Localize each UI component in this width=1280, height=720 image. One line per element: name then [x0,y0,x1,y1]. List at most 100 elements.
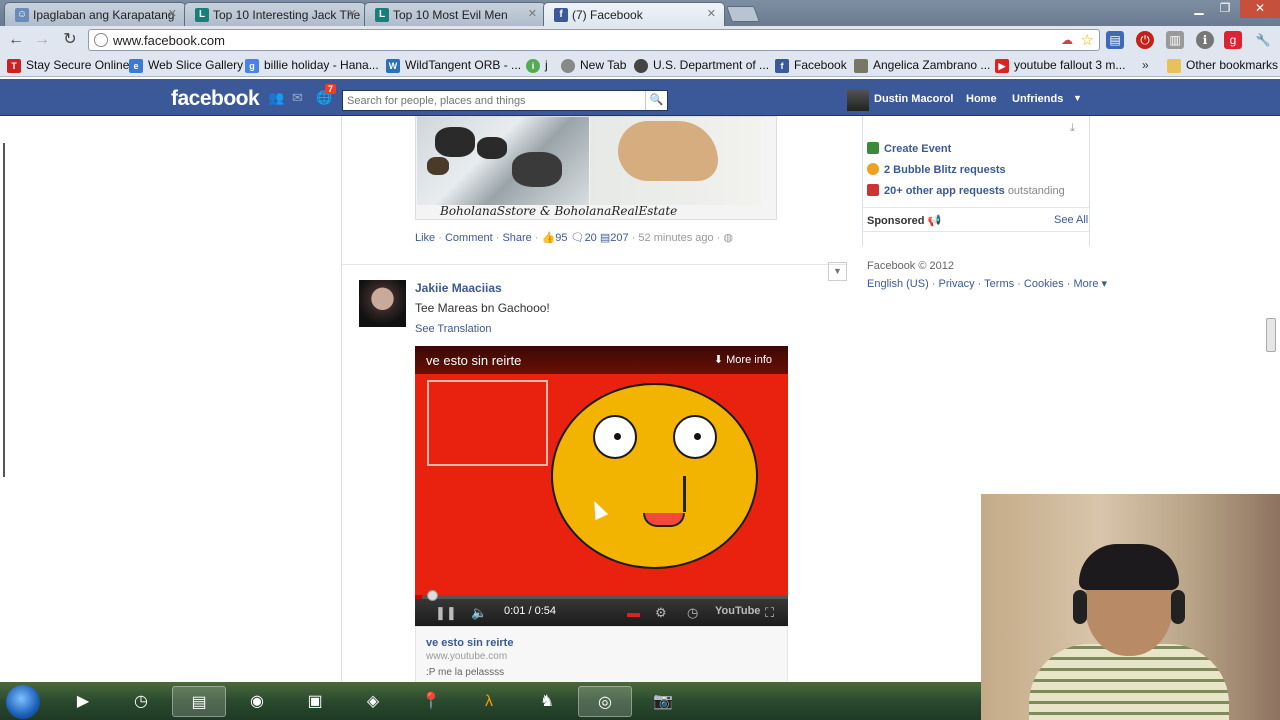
captions-icon[interactable]: ▬ [627,605,640,620]
search-icon[interactable]: 🔍 [645,91,667,110]
pause-icon[interactable]: ❚❚ [435,605,457,621]
download-icon[interactable]: ⤓ [1070,122,1075,135]
bookmarks-overflow-icon[interactable]: » [1142,58,1149,72]
close-window-button[interactable]: ✕ [1240,0,1280,18]
home-link[interactable]: Home [966,93,997,105]
post-photo[interactable]: BoholanaSstore & BoholanaRealEstate [415,116,777,220]
tab-facebook[interactable]: f (7) Facebook ✕ [543,2,725,27]
share-link[interactable]: Share [502,232,531,244]
scrollbar-thumb[interactable] [1266,318,1276,352]
video-player[interactable]: ve esto sin reirte ⬇ More info ❚❚ 🔈 0:01… [415,346,788,626]
close-icon[interactable]: ✕ [348,7,357,20]
terms-link[interactable]: Terms [984,278,1014,290]
unfriends-link[interactable]: Unfriends [1012,93,1063,105]
info-icon[interactable]: ℹ [1196,31,1214,49]
bookmark-item[interactable]: W WildTangent ORB - ... [386,58,521,73]
app-icon[interactable]: ◈ [346,686,400,717]
wrench-icon[interactable]: 🔧 [1254,31,1272,49]
bookmark-item[interactable]: f Facebook [775,58,847,73]
language-link[interactable]: English (US) [867,278,929,290]
facebook-logo[interactable]: facebook [171,87,260,111]
more-info-button[interactable]: ⬇ More info [714,353,772,366]
fullscreen-icon[interactable]: ⛶ [765,605,774,621]
bookmark-item[interactable]: U.S. Department of ... [634,58,769,73]
see-translation-link[interactable]: See Translation [415,323,491,335]
bubble-icon [867,163,879,175]
chrome-icon[interactable]: ◎ [578,686,632,717]
translate-icon[interactable]: ☁ [1061,33,1073,47]
see-all-link[interactable]: See All [1054,214,1088,226]
bookmark-item[interactable]: New Tab [561,58,626,73]
forward-button[interactable]: → [32,31,52,49]
close-icon[interactable]: ✕ [168,7,177,20]
google-icon[interactable]: g [1224,31,1242,49]
link-preview[interactable]: ve esto sin reirte www.youtube.com :P me… [415,626,788,684]
minimize-button[interactable]: ▁ [1186,0,1212,18]
media-player-icon[interactable]: ▶ [56,686,110,717]
video-time: 0:01 / 0:54 [504,605,556,617]
bookmark-item[interactable]: ▶ youtube fallout 3 m... [995,58,1125,73]
tab-ipaglaban[interactable]: ☺ Ipaglaban ang Karapatang ✕ [4,2,186,26]
volume-icon[interactable]: 🔈 [471,605,487,621]
bookmark-item[interactable]: Angelica Zambrano ... [854,58,990,73]
bookmark-item[interactable]: e Web Slice Gallery [129,58,243,73]
search-input[interactable] [343,91,643,110]
youtube-logo-icon[interactable]: YouTube [715,605,760,617]
start-button[interactable] [6,685,40,719]
tab-evil-men[interactable]: L Top 10 Most Evil Men ✕ [364,2,546,26]
bubble-blitz-requests[interactable]: 2 Bubble Blitz requests [867,163,1006,176]
messages-icon[interactable]: ✉ [292,91,308,105]
other-bookmarks[interactable]: Other bookmarks [1167,58,1278,73]
friend-requests-icon[interactable]: 👥 [268,91,284,105]
create-event-link[interactable]: Create Event [867,142,951,155]
half-life-icon[interactable]: λ [462,686,516,717]
explorer-icon[interactable]: ▤ [172,686,226,717]
camera-icon[interactable]: 📷 [636,686,690,717]
back-button[interactable]: ← [6,31,26,49]
profile-link[interactable]: Dustin Macorol [874,93,953,105]
bookmark-item[interactable]: g billie holiday - Hana... [245,58,379,73]
app-icon[interactable]: ▣ [288,686,342,717]
firefox-icon[interactable]: ◉ [230,686,284,717]
post-author[interactable]: Jakiie Maaciias [415,281,502,295]
address-url[interactable]: www.facebook.com [113,33,225,48]
star-icon[interactable]: ☆ [1081,31,1094,49]
reload-button[interactable]: ↻ [60,31,80,49]
like-link[interactable]: Like [415,232,435,244]
video-progress-bar[interactable] [415,595,788,599]
adblock-icon[interactable]: ⏻ [1136,31,1154,49]
cookies-link[interactable]: Cookies [1024,278,1064,290]
comment-link[interactable]: Comment [445,232,493,244]
folder-icon [1167,59,1181,73]
new-tab-button[interactable] [726,6,760,22]
trash-icon[interactable]: ▥ [1166,31,1184,49]
maximize-button[interactable]: ❐ [1212,0,1238,18]
link-title[interactable]: ve esto sin reirte [426,637,513,649]
video-scrubber[interactable] [427,590,438,601]
avatar[interactable] [359,280,406,327]
video-title[interactable]: ve esto sin reirte [426,353,521,368]
more-link[interactable]: More ▾ [1073,278,1107,290]
address-bar[interactable]: www.facebook.com ☁ ☆ [88,29,1100,51]
post-time[interactable]: 52 minutes ago [638,232,713,244]
extension-icon[interactable]: ▤ [1106,31,1124,49]
webcam-overlay [981,494,1280,720]
likes-count[interactable]: 👍95 [542,232,568,244]
gear-icon[interactable]: ⚙ [655,605,667,621]
watch-later-icon[interactable]: ◷ [687,605,698,621]
pin-icon[interactable]: 📍 [404,686,458,717]
bookmark-item[interactable]: T Stay Secure Online [7,58,129,73]
close-icon[interactable]: ✕ [528,7,537,20]
chevron-down-icon[interactable]: ▼ [828,262,847,281]
game-icon[interactable]: ♞ [520,686,574,717]
privacy-link[interactable]: Privacy [939,278,975,290]
account-menu-icon[interactable]: ▼ [1073,93,1082,103]
clock-icon[interactable]: ◷ [114,686,168,717]
app-requests[interactable]: 20+ other app requests outstanding [867,184,1065,197]
close-icon[interactable]: ✕ [707,7,716,20]
shares-count[interactable]: 🗨20 [571,232,597,244]
comments-count[interactable]: ▤207 [600,232,629,244]
avatar[interactable] [847,89,869,111]
tab-jack-the[interactable]: L Top 10 Interesting Jack The ✕ [184,2,366,26]
bookmark-item[interactable]: ij [526,58,548,73]
